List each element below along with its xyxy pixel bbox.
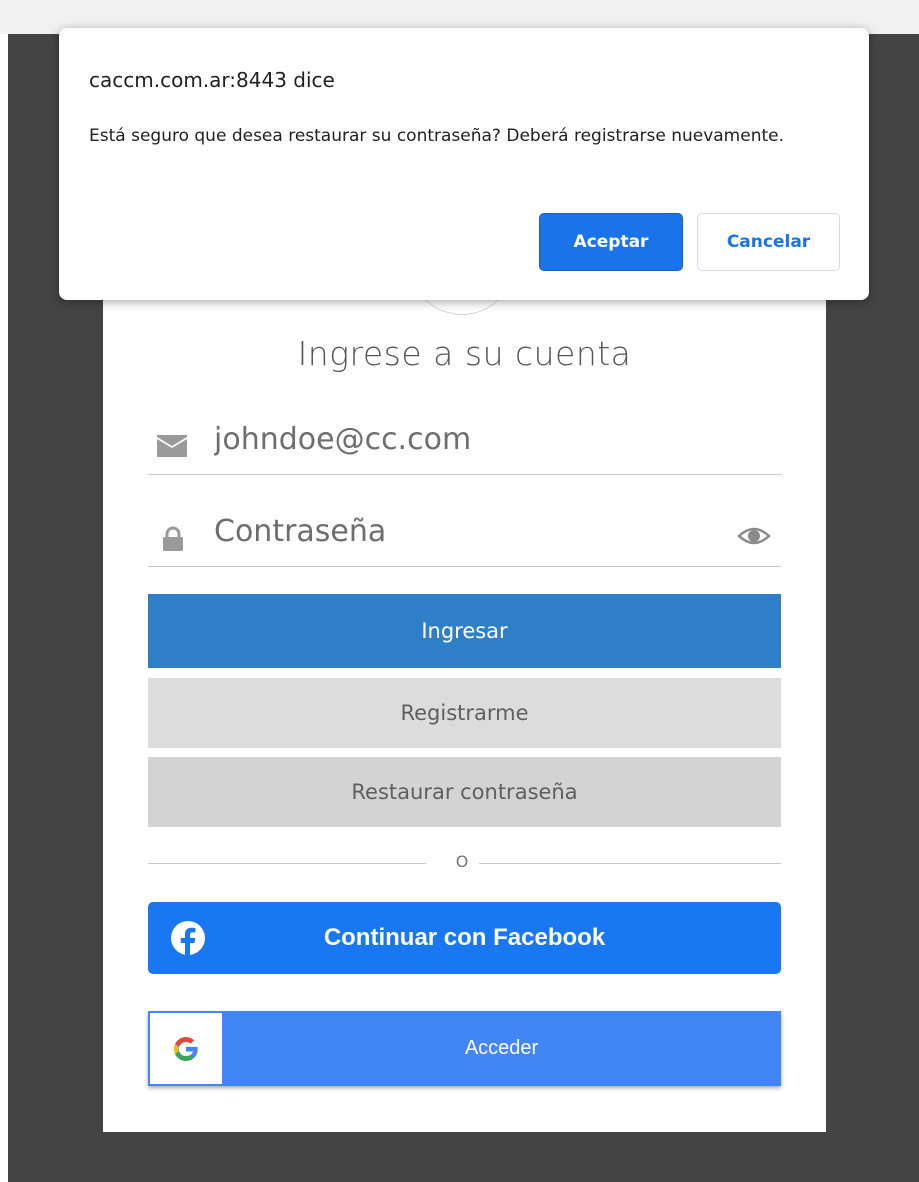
divider-line-right <box>479 863 781 864</box>
divider-text: O <box>455 852 469 871</box>
register-button[interactable]: Registrarme <box>148 678 781 748</box>
or-divider: O <box>148 852 781 874</box>
envelope-icon <box>156 434 188 463</box>
facebook-button-label: Continuar con Facebook <box>323 924 606 951</box>
restore-password-label: Restaurar contraseña <box>351 780 578 804</box>
dialog-origin: caccm.com.ar:8443 dice <box>89 68 335 92</box>
dialog-message: Está seguro que desea restaurar su contr… <box>89 126 784 146</box>
password-field[interactable] <box>148 506 781 567</box>
divider-line-left <box>148 863 426 864</box>
cancel-button-label: Cancelar <box>726 232 811 252</box>
password-input[interactable] <box>212 508 716 554</box>
email-field[interactable] <box>148 414 781 475</box>
login-button[interactable]: Ingresar <box>148 594 781 668</box>
facebook-login-button[interactable]: Continuar con Facebook <box>148 902 781 974</box>
confirm-dialog: caccm.com.ar:8443 dice Está seguro que d… <box>59 28 869 300</box>
google-icon-box <box>150 1013 222 1084</box>
accept-button[interactable]: Aceptar <box>539 213 683 271</box>
login-button-label: Ingresar <box>421 619 508 643</box>
eye-icon[interactable] <box>737 525 771 552</box>
lock-icon <box>162 526 184 557</box>
restore-password-button[interactable]: Restaurar contraseña <box>148 757 781 827</box>
accept-button-label: Aceptar <box>573 232 649 252</box>
page-title: Ingrese a su cuenta <box>297 334 632 373</box>
google-login-button[interactable]: Acceder <box>148 1011 781 1086</box>
google-button-label: Acceder <box>464 1037 539 1059</box>
email-input[interactable] <box>212 416 716 462</box>
google-icon <box>174 1037 199 1061</box>
register-button-label: Registrarme <box>400 701 529 725</box>
cancel-button[interactable]: Cancelar <box>697 213 840 271</box>
